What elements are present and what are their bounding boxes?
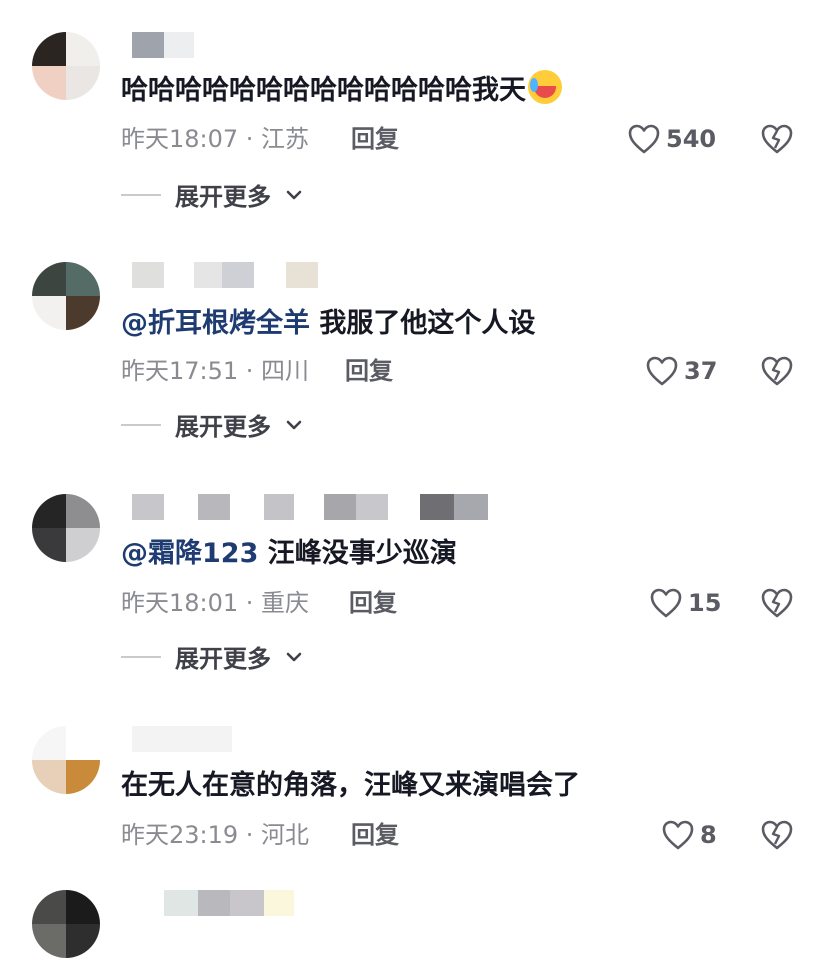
avatar[interactable] <box>32 494 100 562</box>
crying-laughing-emoji-icon <box>528 70 562 104</box>
like-count: 8 <box>700 821 717 849</box>
like-count: 540 <box>666 125 717 153</box>
divider <box>121 423 161 426</box>
like-button[interactable]: 15 <box>650 588 721 618</box>
heart-outline-icon <box>628 124 660 154</box>
expand-replies-button[interactable]: 展开更多 <box>121 639 303 674</box>
comment-text: @霜降123 汪峰没事少巡演 <box>121 538 457 569</box>
username-blurred[interactable] <box>132 262 318 292</box>
like-count: 37 <box>684 357 718 385</box>
mention-link[interactable]: @折耳根烤全羊 <box>121 308 310 339</box>
comment-meta: 昨天18:01 · 重庆 <box>121 589 310 617</box>
comment-item: 哈哈哈哈哈哈哈哈哈哈哈哈哈我天 昨天18:07 · 江苏 回复 540 展开更多 <box>0 32 828 232</box>
like-button[interactable]: 540 <box>628 124 716 154</box>
username-blurred[interactable] <box>132 32 194 62</box>
reply-button[interactable]: 回复 <box>345 353 393 389</box>
comment-meta: 昨天18:07 · 江苏 <box>121 125 310 153</box>
comment-item: @折耳根烤全羊 我服了他这个人设 昨天17:51 · 四川 回复 37 展开更多 <box>0 262 828 462</box>
avatar[interactable] <box>32 32 100 100</box>
heart-outline-icon <box>646 356 678 386</box>
mention-link[interactable]: @霜降123 <box>121 538 258 569</box>
chevron-down-icon <box>286 420 302 429</box>
comment-text: 在无人在意的角落，汪峰又来演唱会了 <box>121 770 580 801</box>
username-blurred[interactable] <box>164 890 294 920</box>
comment-meta: 昨天17:51 · 四川 <box>121 357 310 385</box>
like-button[interactable]: 8 <box>662 820 717 850</box>
broken-heart-icon <box>761 588 793 618</box>
dislike-button[interactable] <box>760 588 794 618</box>
username-blurred[interactable] <box>132 494 488 524</box>
broken-heart-icon <box>761 124 793 154</box>
divider <box>121 655 161 658</box>
chevron-down-icon <box>286 652 302 661</box>
dislike-button[interactable] <box>760 124 794 154</box>
avatar[interactable] <box>32 726 100 794</box>
expand-label: 展开更多 <box>175 645 271 673</box>
comment-item <box>0 890 828 958</box>
expand-label: 展开更多 <box>175 413 271 441</box>
expand-replies-button[interactable]: 展开更多 <box>121 407 303 442</box>
divider <box>121 193 161 196</box>
like-button[interactable]: 37 <box>646 356 717 386</box>
expand-label: 展开更多 <box>175 183 271 211</box>
heart-outline-icon <box>662 820 694 850</box>
expand-replies-button[interactable]: 展开更多 <box>121 177 303 212</box>
broken-heart-icon <box>761 356 793 386</box>
heart-outline-icon <box>650 588 682 618</box>
comment-item: 在无人在意的角落，汪峰又来演唱会了 昨天23:19 · 河北 回复 8 <box>0 726 828 876</box>
comment-text: @折耳根烤全羊 我服了他这个人设 <box>121 308 536 339</box>
comment-text: 哈哈哈哈哈哈哈哈哈哈哈哈哈我天 <box>121 70 562 111</box>
username-blurred[interactable] <box>132 726 232 756</box>
avatar[interactable] <box>32 262 100 330</box>
avatar[interactable] <box>32 890 100 958</box>
reply-button[interactable]: 回复 <box>351 121 399 157</box>
like-count: 15 <box>688 589 722 617</box>
comment-meta: 昨天23:19 · 河北 <box>121 821 310 849</box>
reply-button[interactable]: 回复 <box>349 585 397 621</box>
broken-heart-icon <box>761 820 793 850</box>
reply-button[interactable]: 回复 <box>351 817 399 853</box>
comment-item: @霜降123 汪峰没事少巡演 昨天18:01 · 重庆 回复 15 展开更多 <box>0 494 828 694</box>
dislike-button[interactable] <box>760 820 794 850</box>
chevron-down-icon <box>286 190 302 199</box>
dislike-button[interactable] <box>760 356 794 386</box>
